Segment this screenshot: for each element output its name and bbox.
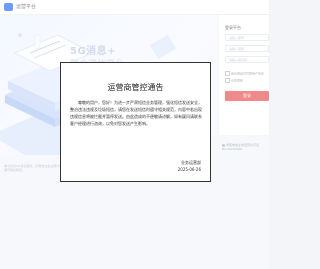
notice-date: 2025-06-26 (177, 167, 201, 172)
notice-body: 尊敬的用户，您好！为进一步严肃短信业务管理，强化短信发送安全，整治违法违规及垃圾… (70, 100, 202, 126)
notice-signature: 业务运营部 (181, 160, 201, 165)
notice-dialog: 运营商管控通告 尊敬的用户，您好！为进一步严肃短信业务管理，强化短信发送安全，整… (60, 62, 211, 182)
notice-title: 运营商管控通告 (107, 83, 164, 92)
